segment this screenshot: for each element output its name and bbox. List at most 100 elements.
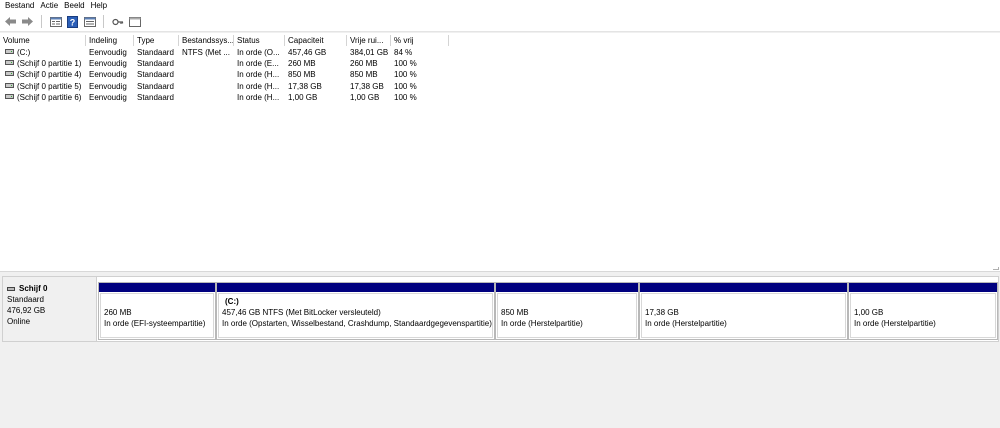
- table-row[interactable]: (C:) Eenvoudig Standaard NTFS (Met ... I…: [0, 47, 1000, 58]
- disk-row[interactable]: Schijf 0 Standaard 476,92 GB Online 260 …: [2, 276, 999, 342]
- partition-c[interactable]: (C:) 457,46 GB NTFS (Met BitLocker versl…: [216, 282, 495, 340]
- partition-bar: [849, 283, 997, 292]
- free-space-cell: 17,38 GB: [350, 81, 384, 91]
- partition-status: In orde (Opstarten, Wisselbestand, Crash…: [222, 319, 492, 328]
- list-header: Volume Indeling Type Bestandssys... Stat…: [0, 35, 1000, 46]
- volume-icon: [5, 60, 14, 66]
- volume-list[interactable]: Volume Indeling Type Bestandssys... Stat…: [0, 33, 1000, 272]
- free-space-cell: 850 MB: [350, 70, 378, 80]
- partition-body: 17,38 GB In orde (Herstelpartitie): [641, 293, 846, 338]
- help-icon[interactable]: ?: [65, 14, 80, 29]
- free-space-cell: 260 MB: [350, 59, 378, 69]
- disk-map: Schijf 0 Standaard 476,92 GB Online 260 …: [0, 274, 1000, 428]
- volume-cell: (C:): [2, 47, 86, 58]
- disk-type: Standaard: [7, 295, 44, 304]
- disk-list-icon[interactable]: [48, 14, 63, 29]
- menu-beeld[interactable]: Beeld: [63, 0, 88, 12]
- partition-status: In orde (Herstelpartitie): [501, 319, 583, 328]
- volume-icon: [5, 71, 14, 77]
- capacity-cell: 457,46 GB: [288, 48, 327, 57]
- partition-body: 1,00 GB In orde (Herstelpartitie): [850, 293, 996, 338]
- partition-body: 260 MB In orde (EFI-systeempartitie): [100, 293, 214, 338]
- type-cell: Standaard: [137, 59, 174, 69]
- menu-bar: Bestand Actie Beeld Help: [0, 0, 1000, 12]
- partition-recovery-6[interactable]: 1,00 GB In orde (Herstelpartitie): [848, 282, 998, 340]
- percent-free-cell: 100 %: [394, 92, 417, 102]
- disk-info[interactable]: Schijf 0 Standaard 476,92 GB Online: [3, 277, 97, 341]
- partition-bar: [496, 283, 638, 292]
- partition-bar: [217, 283, 494, 292]
- list-rows: (C:) Eenvoudig Standaard NTFS (Met ... I…: [0, 47, 1000, 103]
- type-cell: Standaard: [137, 70, 174, 80]
- indeling-cell: Eenvoudig: [89, 81, 127, 91]
- type-cell: Standaard: [137, 81, 174, 91]
- column-volume[interactable]: Volume: [0, 35, 86, 46]
- type-cell: Standaard: [137, 92, 174, 102]
- column-type[interactable]: Type: [134, 35, 179, 46]
- disk-state: Online: [7, 317, 31, 326]
- partition-recovery-4[interactable]: 850 MB In orde (Herstelpartitie): [495, 282, 639, 340]
- indeling-cell: Eenvoudig: [89, 48, 127, 57]
- toolbar: ?: [0, 12, 1000, 32]
- type-cell: Standaard: [137, 48, 174, 57]
- percent-free-cell: 84 %: [394, 48, 413, 57]
- partition-bar: [640, 283, 847, 292]
- partition-bar: [99, 283, 215, 292]
- column-indeling[interactable]: Indeling: [86, 35, 134, 46]
- table-row[interactable]: (Schijf 0 partitie 5) Eenvoudig Standaar…: [0, 81, 1000, 92]
- capacity-cell: 260 MB: [288, 59, 316, 69]
- window-icon[interactable]: [127, 14, 142, 29]
- toolbar-separator: [103, 15, 104, 28]
- free-space-cell: 384,01 GB: [350, 48, 389, 57]
- svg-text:?: ?: [70, 17, 76, 27]
- partition-name: (C:): [225, 297, 239, 306]
- volume-icon: [5, 93, 14, 99]
- indeling-cell: Eenvoudig: [89, 59, 127, 69]
- column-vrije-ruimte[interactable]: Vrije rui...: [347, 35, 391, 46]
- key-icon[interactable]: [110, 14, 125, 29]
- partition-status: In orde (Herstelpartitie): [645, 319, 727, 328]
- partition-size: 1,00 GB: [854, 308, 884, 317]
- table-row[interactable]: (Schijf 0 partitie 1) Eenvoudig Standaar…: [0, 58, 1000, 69]
- capacity-cell: 850 MB: [288, 70, 316, 80]
- partition-recovery-5[interactable]: 17,38 GB In orde (Herstelpartitie): [639, 282, 848, 340]
- properties-icon[interactable]: [82, 14, 97, 29]
- column-status[interactable]: Status: [234, 35, 285, 46]
- partition-body: 850 MB In orde (Herstelpartitie): [497, 293, 637, 338]
- column-capaciteit[interactable]: Capaciteit: [285, 35, 347, 46]
- volume-icon: [5, 49, 14, 54]
- partition-size: 457,46 GB NTFS (Met BitLocker versleutel…: [222, 308, 381, 317]
- menu-help[interactable]: Help: [90, 0, 111, 12]
- menu-bestand[interactable]: Bestand: [4, 0, 38, 12]
- table-row[interactable]: (Schijf 0 partitie 4) Eenvoudig Standaar…: [0, 69, 1000, 80]
- forward-arrow-icon[interactable]: [20, 14, 35, 29]
- capacity-cell: 17,38 GB: [288, 81, 322, 91]
- partition-efi[interactable]: 260 MB In orde (EFI-systeempartitie): [98, 282, 216, 340]
- disk-title: Schijf 0: [7, 283, 96, 294]
- partition-body: (C:) 457,46 GB NTFS (Met BitLocker versl…: [218, 293, 493, 338]
- volume-cell: (Schijf 0 partitie 6): [2, 92, 86, 103]
- percent-free-cell: 100 %: [394, 59, 417, 69]
- toolbar-separator: [41, 15, 42, 28]
- disk-size: 476,92 GB: [7, 306, 46, 315]
- filesystem-cell: NTFS (Met ...: [182, 48, 230, 57]
- status-cell: In orde (O...: [237, 48, 280, 57]
- resize-grip[interactable]: [993, 267, 999, 270]
- column-bestandssysteem[interactable]: Bestandssys...: [179, 35, 234, 46]
- status-cell: In orde (H...: [237, 92, 280, 102]
- table-row[interactable]: (Schijf 0 partitie 6) Eenvoudig Standaar…: [0, 92, 1000, 103]
- status-cell: In orde (H...: [237, 81, 280, 91]
- back-arrow-icon[interactable]: [3, 14, 18, 29]
- menu-actie[interactable]: Actie: [39, 0, 62, 12]
- percent-free-cell: 100 %: [394, 81, 417, 91]
- indeling-cell: Eenvoudig: [89, 92, 127, 102]
- indeling-cell: Eenvoudig: [89, 70, 127, 80]
- capacity-cell: 1,00 GB: [288, 92, 318, 102]
- status-cell: In orde (H...: [237, 70, 280, 80]
- volume-cell: (Schijf 0 partitie 1): [2, 58, 86, 69]
- column-percent-vrij[interactable]: % vrij: [391, 35, 449, 46]
- volume-cell: (Schijf 0 partitie 5): [2, 81, 86, 92]
- percent-free-cell: 100 %: [394, 70, 417, 80]
- disk-icon: [7, 286, 15, 291]
- free-space-cell: 1,00 GB: [350, 92, 380, 102]
